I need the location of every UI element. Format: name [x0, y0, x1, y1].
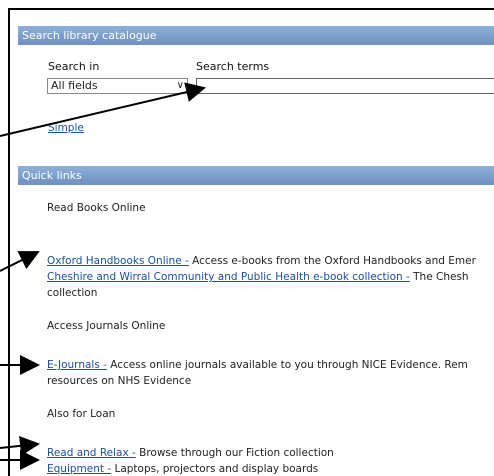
equipment-description: Laptops, projectors and display boards [111, 463, 319, 475]
list-item: Read and Relax - Browse through our Fict… [47, 447, 334, 459]
equipment-link[interactable]: Equipment - [47, 463, 111, 475]
read-books-heading: Read Books Online [47, 202, 146, 214]
simple-search-link[interactable]: Simple [48, 122, 84, 134]
search-terms-input[interactable] [196, 78, 494, 94]
search-in-label: Search in [48, 60, 100, 73]
access-journals-heading: Access Journals Online [47, 320, 166, 332]
cheshire-description-cont: collection [47, 287, 98, 299]
oxford-handbooks-link[interactable]: Oxford Handbooks Online - [47, 255, 189, 267]
page-frame: Search library catalogue Search in Searc… [8, 8, 494, 476]
ejournals-link[interactable]: E-Journals - [47, 359, 107, 371]
also-for-loan-heading: Also for Loan [47, 408, 116, 420]
cheshire-description: The Chesh [409, 271, 469, 283]
chevron-down-icon: ∨ [176, 80, 184, 91]
ejournals-description: Access online journals available to you … [106, 359, 468, 371]
cheshire-ebook-link[interactable]: Cheshire and Wirral Community and Public… [47, 271, 410, 283]
oxford-description: Access e-books from the Oxford Handbooks… [188, 255, 476, 267]
read-and-relax-link[interactable]: Read and Relax - [47, 447, 136, 459]
list-item: Oxford Handbooks Online - Access e-books… [47, 255, 476, 267]
search-field-select[interactable]: All fields ∨ [47, 78, 188, 94]
list-item: Equipment - Laptops, projectors and disp… [47, 463, 318, 475]
search-field-value: All fields [51, 79, 98, 92]
ejournals-description-cont: resources on NHS Evidence [47, 375, 192, 387]
search-terms-label: Search terms [196, 60, 270, 73]
search-section-header: Search library catalogue [18, 26, 494, 45]
read-and-relax-description: Browse through our Fiction collection [135, 447, 334, 459]
list-item: E-Journals - Access online journals avai… [47, 359, 468, 371]
library-panel: Search library catalogue Search in Searc… [18, 18, 494, 476]
quick-links-header: Quick links [18, 166, 494, 185]
list-item: Cheshire and Wirral Community and Public… [47, 271, 469, 283]
